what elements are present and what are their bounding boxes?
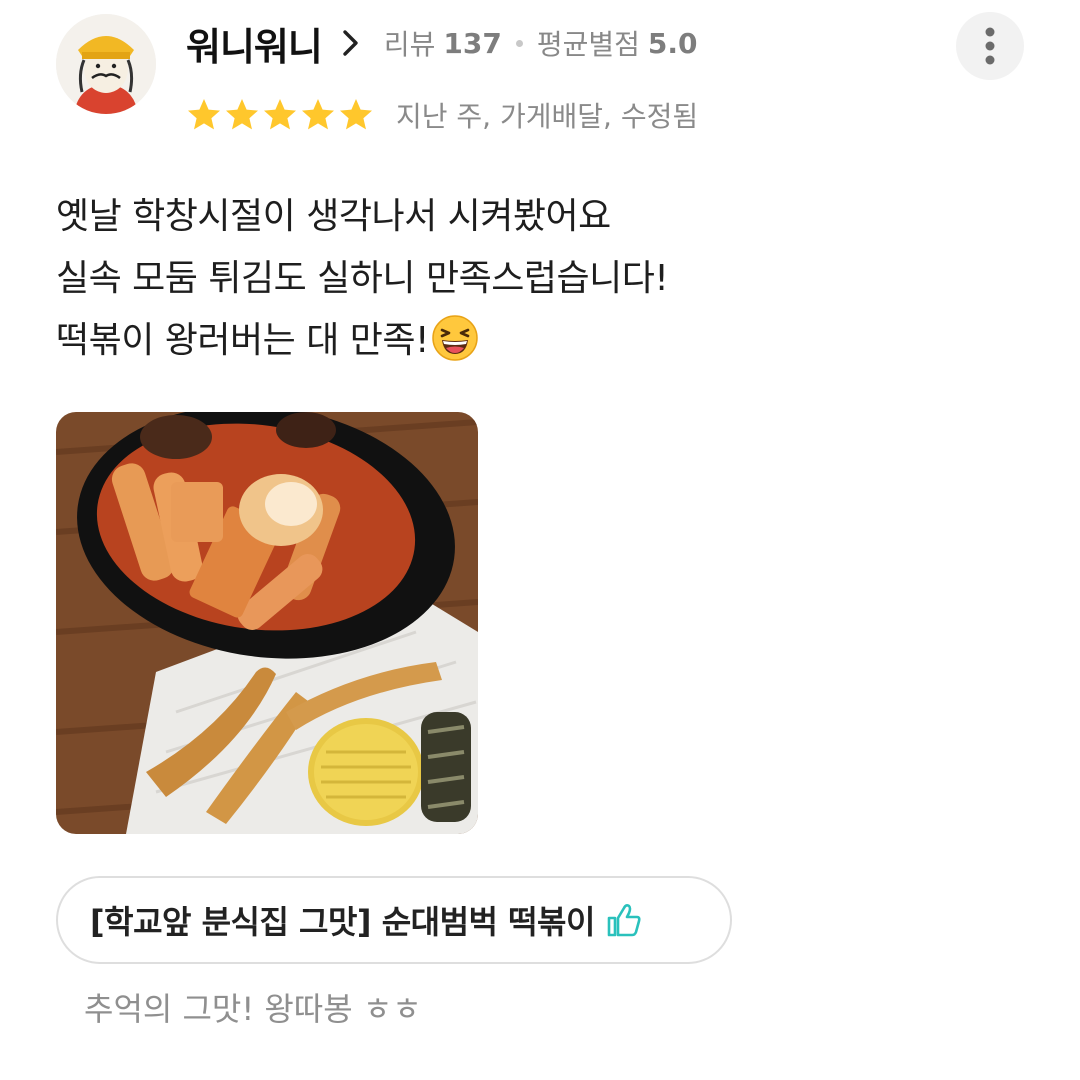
tteokbokki-photo [56,412,478,834]
more-options-button[interactable] [956,12,1024,80]
star-icon [226,99,258,130]
reviewer-stats: 리뷰 137 평균별점 5.0 [384,23,698,63]
review-count: 137 [443,26,502,60]
menu-comment: 추억의 그맛! 왕따봉 ㅎㅎ [84,990,422,1028]
review-line: 실속 모둠 튀김도 실하니 만족스럽습니다! [56,258,669,299]
rating-row: 지난 주, 가게배달, 수정됨 [186,95,698,135]
avg-rating: 5.0 [647,26,698,60]
avatar[interactable] [56,14,156,114]
avg-rating-label: 평균별점 [536,28,640,61]
review-line-with-emoji: 떡볶이 왕러버는 대 만족! [56,310,1016,372]
reviewer-name[interactable]: 워니워니 [186,16,323,71]
star-icon [188,99,220,130]
star-icon [302,99,334,130]
review-meta: 지난 주, 가게배달, 수정됨 [396,100,699,133]
review-text: 옛날 학창시절이 생각나서 시켜봤어요 실속 모둠 튀김도 실하니 만족스럽습니… [56,186,1016,372]
menu-item-label: [학교앞 분식집 그맛] 순대범벅 떡볶이 [90,903,595,941]
review-line: 떡볶이 왕러버는 대 만족! [56,320,429,361]
reviewer-header: 워니워니 리뷰 137 평균별점 5.0 [186,16,698,71]
star-icon [340,99,372,130]
star-icon [264,99,296,130]
separator-dot [515,39,523,47]
chevron-right-icon[interactable] [340,28,362,58]
menu-item-chip[interactable]: [학교앞 분식집 그맛] 순대범벅 떡볶이 [56,876,732,964]
review-card: 워니워니 리뷰 137 평균별점 5.0 지난 주, 가게배달, 수정됨 옛날 … [0,0,1080,1080]
review-count-label: 리뷰 [383,28,436,61]
more-vertical-icon [985,27,995,65]
star-rating [186,97,376,133]
review-photo[interactable] [56,412,478,834]
review-line: 옛날 학창시절이 생각나서 시켜봤어요 [56,196,611,237]
thumbs-up-icon [607,904,641,937]
avatar-illustration [56,14,156,114]
laughing-face-icon [432,315,478,361]
